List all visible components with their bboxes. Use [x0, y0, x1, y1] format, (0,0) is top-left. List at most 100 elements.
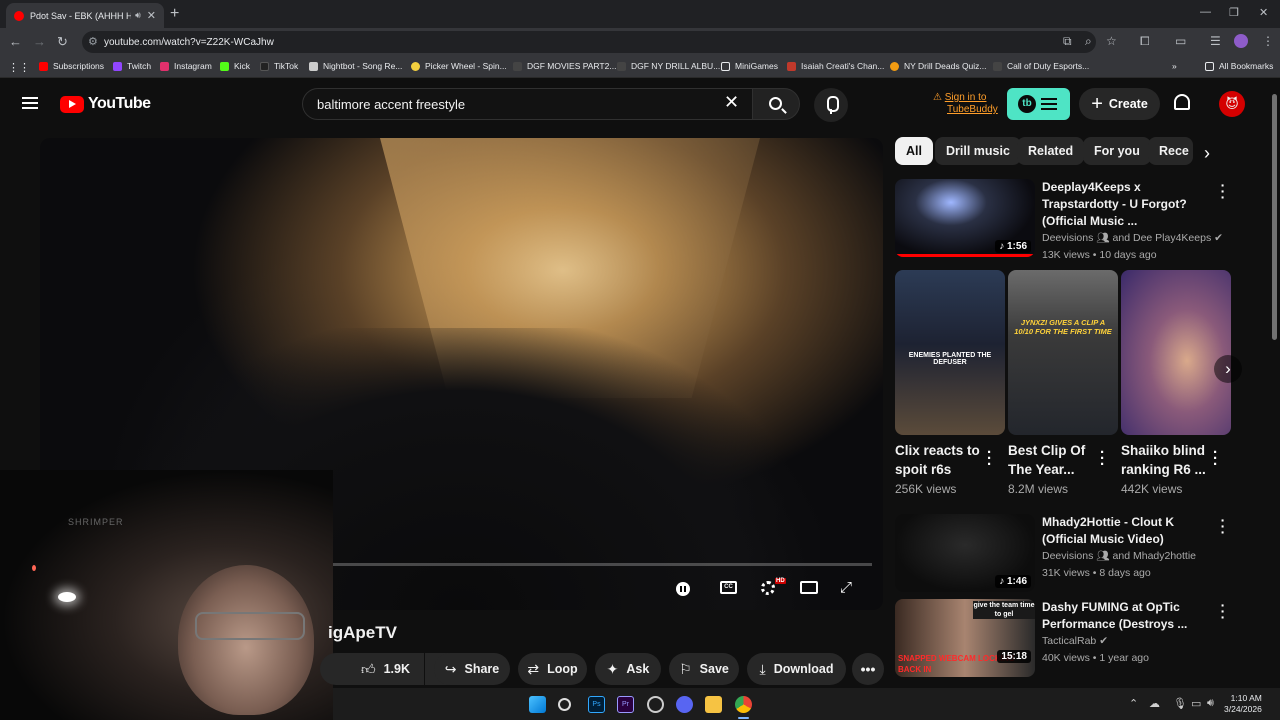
ask-button[interactable]: ✦ Ask	[595, 653, 661, 685]
network-icon[interactable]: ▭	[1191, 697, 1201, 710]
short-menu-icon[interactable]: · · ·	[987, 445, 992, 472]
more-bookmarks-icon[interactable]: »	[1172, 61, 1177, 71]
install-app-icon[interactable]: ⧉	[1063, 34, 1072, 49]
short-menu-icon[interactable]: · · ·	[1213, 445, 1218, 472]
address-bar[interactable]: ⚙︎ youtube.com/watch?v=Z22K-WCaJhw	[82, 31, 1096, 53]
chip-recent[interactable]: Rece	[1148, 137, 1193, 165]
back-icon[interactable]: ←	[9, 34, 22, 49]
premiere-icon[interactable]: Pr	[617, 696, 634, 713]
settings-gear-icon[interactable]	[761, 581, 775, 595]
onedrive-icon[interactable]: ☁︎	[1149, 697, 1160, 710]
apps-grid-icon[interactable]: ⋮⋮	[8, 61, 30, 74]
scrollbar-thumb[interactable]	[1272, 94, 1277, 340]
tray-overflow-icon[interactable]: ⌃	[1129, 697, 1138, 710]
short-title[interactable]: Clix reacts to spoit r6s	[895, 441, 985, 479]
short-thumbnail[interactable]: ENEMIES PLANTED THE DEFUSER	[895, 270, 1005, 435]
photoshop-icon[interactable]: Ps	[588, 696, 605, 713]
youtube-logo[interactable]: YouTube	[60, 95, 151, 113]
all-bookmarks[interactable]: All Bookmarks	[1205, 61, 1273, 71]
bookmark-subscriptions[interactable]: Subscriptions	[39, 61, 104, 71]
bookmark-dgf-ny-drill[interactable]: DGF NY DRILL ALBU...	[617, 61, 720, 71]
notifications-bell-icon[interactable]	[1174, 94, 1190, 110]
bookmark-kick[interactable]: Kick	[220, 61, 250, 71]
bookmark-twitch[interactable]: Twitch	[113, 61, 151, 71]
bookmark-star-icon[interactable]: ☆	[1106, 34, 1117, 48]
discord-icon[interactable]	[676, 696, 693, 713]
new-tab-icon[interactable]: +	[170, 5, 179, 23]
reload-icon[interactable]: ↻	[57, 34, 68, 50]
bookmark-cod-esports[interactable]: Call of Duty Esports...	[993, 61, 1089, 71]
bookmark-instagram[interactable]: Instagram	[160, 61, 212, 71]
short-item[interactable]: JYNXZI GIVES A CLIP A 10/10 FOR THE FIRS…	[1008, 270, 1118, 496]
obs-icon[interactable]	[647, 696, 664, 713]
pause-icon[interactable]	[676, 582, 690, 596]
video-channel[interactable]: Deevisions 👥︎ and Dee Play4Keeps ✔	[1042, 230, 1223, 247]
chip-all[interactable]: All	[895, 137, 933, 165]
mic-tray-icon[interactable]: 🎙︎	[1173, 697, 1187, 710]
download-button[interactable]: ⤓ Download	[747, 653, 846, 685]
bookmark-tiktok[interactable]: TikTok	[260, 61, 298, 71]
file-explorer-icon[interactable]	[705, 696, 722, 713]
shorts-next-icon[interactable]: ›	[1214, 355, 1242, 383]
chips-next-icon[interactable]: ›	[1204, 143, 1210, 164]
save-button[interactable]: ⚐ Save	[669, 653, 739, 685]
volume-icon[interactable]: 🔊︎	[1207, 697, 1214, 710]
captions-icon[interactable]: CC	[720, 581, 737, 594]
tubebuddy-menu-button[interactable]: tb	[1007, 88, 1070, 120]
close-window-icon[interactable]: ✕	[1259, 6, 1268, 19]
short-item[interactable]: ENEMIES PLANTED THE DEFUSER Clix reacts …	[895, 270, 1005, 496]
voice-search-button[interactable]	[814, 88, 848, 122]
video-menu-icon[interactable]: · · ·	[1220, 513, 1226, 539]
chip-for-you[interactable]: For you	[1083, 137, 1151, 165]
bookmark-isaiah[interactable]: Isaiah Creati's Chan...	[787, 61, 884, 71]
short-thumbnail[interactable]: JYNXZI GIVES A CLIP A 10/10 FOR THE FIRS…	[1008, 270, 1118, 435]
bookmark-ny-drill-quiz[interactable]: NY Drill Deads Quiz...	[890, 61, 987, 71]
split-view-icon[interactable]: ▭	[1175, 34, 1186, 48]
video-title[interactable]: Dashy FUMING at OpTic Performance (Destr…	[1042, 599, 1217, 633]
chip-related[interactable]: Related	[1017, 137, 1085, 165]
share-button[interactable]: ↪ Share	[434, 653, 510, 685]
forward-icon[interactable]: →	[33, 34, 46, 49]
profile-avatar[interactable]	[1234, 34, 1248, 48]
short-item[interactable]: Shaiiko blind ranking R6 ... 442K views …	[1121, 270, 1231, 496]
video-menu-icon[interactable]: · · ·	[1220, 598, 1226, 624]
video-channel[interactable]: TacticalRab ✔	[1042, 633, 1217, 650]
chip-drill-music[interactable]: Drill music	[935, 137, 1021, 165]
video-thumbnail[interactable]: ♪ 1:56	[895, 179, 1035, 257]
bookmark-picker-wheel[interactable]: Picker Wheel - Spin...	[411, 61, 507, 71]
chrome-menu-icon[interactable]: ⋮	[1262, 34, 1274, 48]
short-menu-icon[interactable]: · · ·	[1100, 445, 1105, 472]
video-channel[interactable]: Deevisions 👥︎ and Mhady2hottie	[1042, 548, 1217, 565]
video-title[interactable]: Mhady2Hottie - Clout K (Official Music V…	[1042, 514, 1217, 548]
video-menu-icon[interactable]: · · ·	[1220, 178, 1226, 204]
channel-name[interactable]: igApeTV	[328, 623, 397, 643]
fullscreen-icon[interactable]: ⤢	[840, 579, 852, 596]
bookmark-minigames[interactable]: MiniGames	[721, 61, 778, 71]
short-title[interactable]: Shaiiko blind ranking R6 ...	[1121, 441, 1211, 479]
chrome-icon[interactable]	[735, 696, 752, 713]
extensions-icon[interactable]: ⧠	[1140, 34, 1150, 49]
browser-tab-active[interactable]: Pdot Sav - EBK (AHHH HA) 🔊︎ ✕	[6, 3, 164, 28]
like-button[interactable]: 👍︎ 1.9K	[320, 653, 424, 685]
search-button[interactable]	[752, 88, 800, 120]
speaker-icon[interactable]: 🔊︎	[135, 10, 141, 21]
search-icon[interactable]	[558, 698, 571, 711]
clear-search-icon[interactable]: ✕	[724, 92, 739, 113]
more-actions-button[interactable]: •••	[852, 653, 884, 685]
site-info-icon[interactable]: ⚙︎	[88, 35, 98, 48]
bookmark-nightbot[interactable]: Nightbot - Song Re...	[309, 61, 402, 71]
restore-icon[interactable]: ❐	[1229, 6, 1239, 19]
reading-list-icon[interactable]: ☰	[1210, 34, 1221, 48]
tubebuddy-sign-in[interactable]: ⚠︎ Sign in to TubeBuddy	[933, 92, 998, 116]
loop-button[interactable]: ⇄ Loop	[518, 653, 587, 685]
short-thumbnail[interactable]	[1121, 270, 1231, 435]
windows-start-icon[interactable]	[529, 696, 546, 713]
video-title[interactable]: Deeplay4Keeps x Trapstardotty - U Forgot…	[1042, 179, 1217, 230]
progress-bar[interactable]	[330, 563, 872, 566]
minimize-icon[interactable]: —	[1200, 6, 1211, 18]
video-thumbnail[interactable]: ♪ 1:46	[895, 514, 1035, 592]
close-tab-icon[interactable]: ✕	[147, 9, 156, 22]
bookmark-dgf-movies[interactable]: DGF MOVIES PART2...	[513, 61, 616, 71]
theater-mode-icon[interactable]	[800, 581, 818, 594]
system-clock[interactable]: 1:10 AM 3/24/2026	[1224, 693, 1262, 715]
